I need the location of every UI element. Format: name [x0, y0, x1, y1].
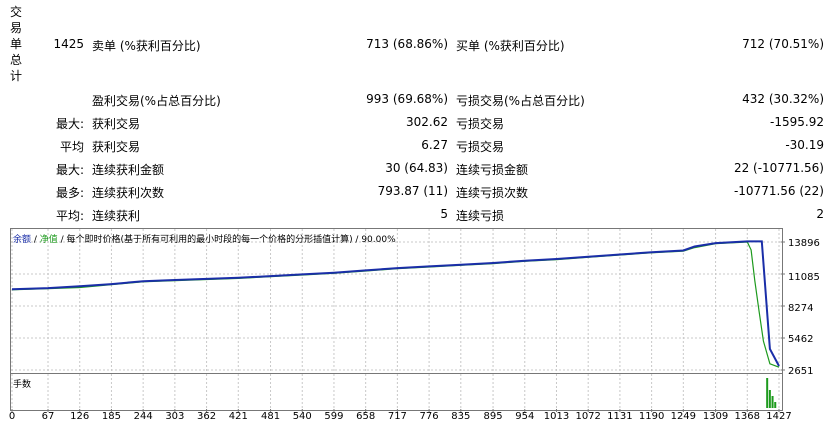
legend-model-text: / 每个即时价格(基于所有可利用的最小时段的每一个价格的分形插值计算) / 90… [57, 235, 396, 245]
balance-series-line [11, 240, 780, 367]
x-tick-label: 776 [419, 411, 439, 422]
x-tick-label: 1368 [734, 411, 761, 422]
volume-bar [766, 378, 769, 408]
x-tick-label: 126 [70, 411, 90, 422]
x-tick-label: 185 [101, 411, 121, 422]
x-tick-label: 1190 [638, 411, 665, 422]
volume-bar [771, 396, 774, 408]
y-tick-label: 11085 [788, 272, 820, 283]
legend-equity: 净值 [39, 235, 58, 245]
x-tick-label: 481 [260, 411, 281, 422]
x-tick-label: 895 [483, 411, 503, 422]
x-tick-label: 1013 [543, 411, 570, 422]
x-tick-label: 362 [197, 411, 217, 422]
y-tick-label: 8274 [788, 303, 814, 314]
x-tick-label: 67 [41, 411, 55, 422]
x-tick-label: 540 [292, 411, 312, 422]
x-tick-label: 1427 [766, 411, 792, 422]
volume-bar [768, 390, 771, 408]
y-tick-label: 2651 [788, 366, 814, 377]
chart-legend: 余额 / 净值 / 每个即时价格(基于所有可利用的最小时段的每一个价格的分形插值… [13, 232, 396, 245]
x-tick-label: 954 [515, 411, 535, 422]
x-tick-label: 835 [451, 411, 471, 422]
volume-label: 手数 [13, 380, 32, 390]
x-tick-label: 717 [387, 411, 407, 422]
x-tick-label: 1249 [670, 411, 697, 422]
x-tick-label: 1131 [607, 411, 633, 422]
volume-bar [774, 402, 777, 408]
balance-equity-chart [11, 229, 785, 412]
legend-separator: / [31, 235, 40, 245]
x-tick-label: 1309 [702, 411, 729, 422]
y-tick-label: 13896 [788, 238, 820, 249]
x-tick-label: 244 [133, 411, 153, 422]
y-tick-label: 5462 [788, 334, 814, 345]
legend-balance: 余额 [13, 235, 32, 245]
x-tick-label: 303 [165, 411, 185, 422]
x-tick-label: 658 [356, 411, 376, 422]
x-tick-label: 1072 [575, 411, 601, 422]
x-tick-label: 0 [8, 411, 16, 422]
x-tick-label: 421 [228, 411, 248, 422]
x-tick-label: 599 [324, 411, 344, 422]
equity-series-line [11, 241, 780, 368]
